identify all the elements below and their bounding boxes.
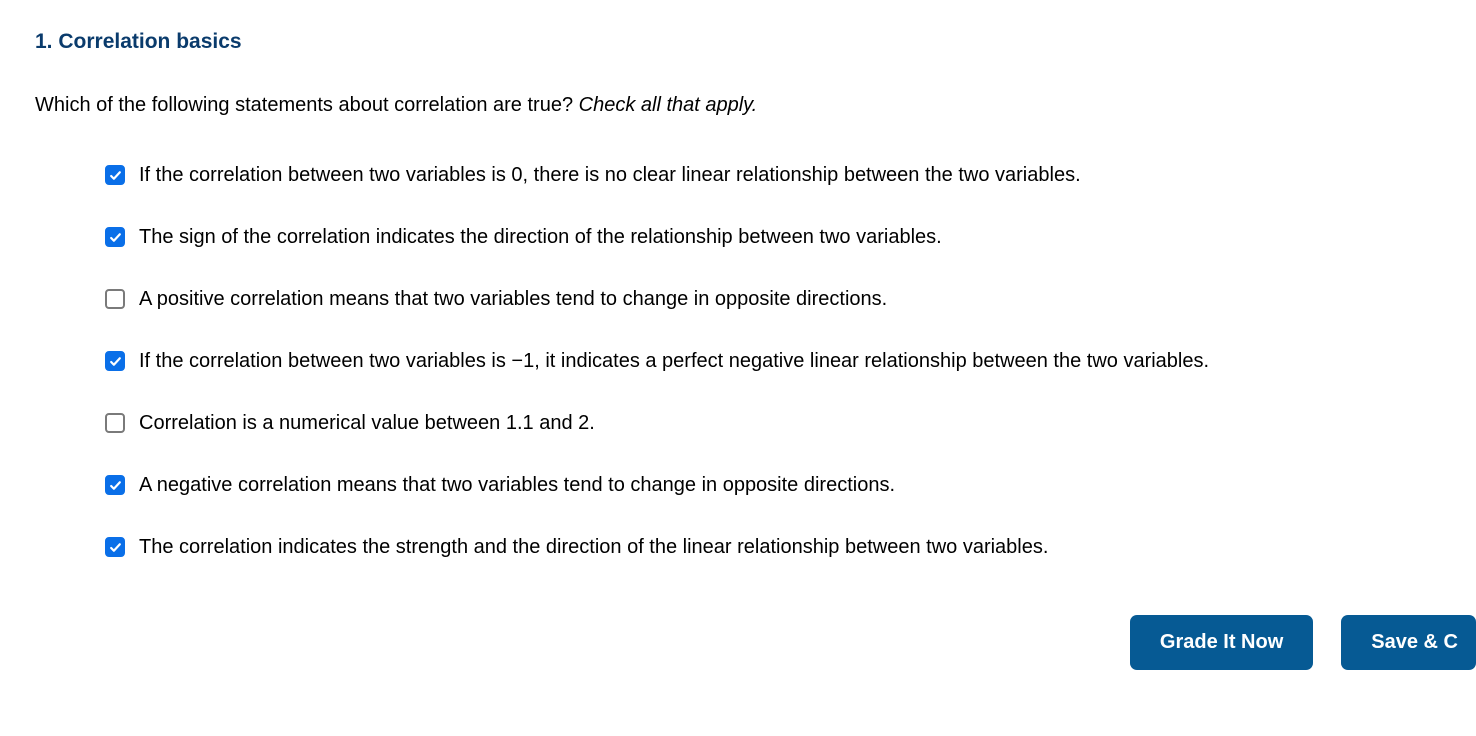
save-and-continue-button[interactable]: Save & C — [1341, 615, 1476, 670]
prompt-main: Which of the following statements about … — [35, 94, 579, 116]
option-checkbox-3[interactable] — [105, 351, 125, 371]
option-row-4: Correlation is a numerical value between… — [105, 410, 1476, 436]
question-number: 1. — [35, 30, 53, 53]
option-checkbox-0[interactable] — [105, 165, 125, 185]
question-title-text: Correlation basics — [58, 30, 241, 53]
option-label-6: The correlation indicates the strength a… — [139, 534, 1048, 560]
option-label-0: If the correlation between two variables… — [139, 162, 1081, 188]
options-list: If the correlation between two variables… — [35, 162, 1476, 560]
option-row-0: If the correlation between two variables… — [105, 162, 1476, 188]
option-row-6: The correlation indicates the strength a… — [105, 534, 1476, 560]
option-label-3: If the correlation between two variables… — [139, 348, 1209, 374]
option-checkbox-1[interactable] — [105, 227, 125, 247]
question-prompt: Which of the following statements about … — [35, 94, 1476, 117]
option-row-5: A negative correlation means that two va… — [105, 472, 1476, 498]
grade-it-now-button[interactable]: Grade It Now — [1130, 615, 1313, 670]
option-checkbox-6[interactable] — [105, 537, 125, 557]
option-row-3: If the correlation between two variables… — [105, 348, 1476, 374]
option-checkbox-5[interactable] — [105, 475, 125, 495]
question-title: 1. Correlation basics — [35, 30, 1476, 54]
option-checkbox-4[interactable] — [105, 413, 125, 433]
button-row: Grade It Now Save & C — [35, 615, 1476, 670]
option-label-1: The sign of the correlation indicates th… — [139, 224, 942, 250]
option-label-2: A positive correlation means that two va… — [139, 286, 887, 312]
prompt-hint: Check all that apply. — [579, 94, 758, 116]
option-label-5: A negative correlation means that two va… — [139, 472, 895, 498]
option-checkbox-2[interactable] — [105, 289, 125, 309]
option-label-4: Correlation is a numerical value between… — [139, 410, 595, 436]
option-row-1: The sign of the correlation indicates th… — [105, 224, 1476, 250]
option-row-2: A positive correlation means that two va… — [105, 286, 1476, 312]
